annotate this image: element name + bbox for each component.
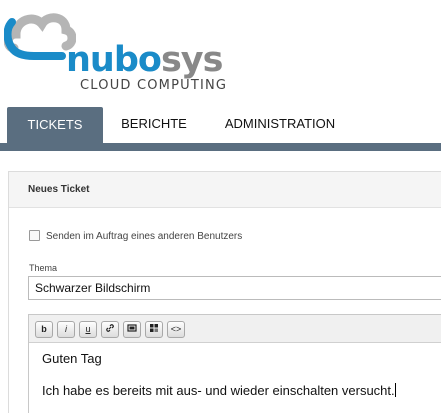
main-nav: TICKETS BERICHTE ADMINISTRATION bbox=[0, 104, 441, 143]
editor-line-greeting: Guten Tag bbox=[42, 351, 102, 366]
link-icon[interactable] bbox=[101, 321, 119, 338]
logo: nubosys CLOUD COMPUTING bbox=[0, 0, 260, 100]
on-behalf-checkbox[interactable] bbox=[29, 230, 40, 241]
on-behalf-option[interactable]: Senden im Auftrag eines anderen Benutzer… bbox=[29, 230, 242, 243]
editor-line-message: Ich habe es bereits mit aus- und wieder … bbox=[42, 383, 396, 398]
new-ticket-panel: Neues Ticket Senden im Auftrag eines and… bbox=[8, 171, 441, 413]
tab-berichte[interactable]: BERICHTE bbox=[110, 104, 198, 143]
tab-administration[interactable]: ADMINISTRATION bbox=[214, 104, 346, 143]
brand-name: nubosys bbox=[66, 40, 223, 80]
italic-icon[interactable]: i bbox=[57, 321, 75, 338]
brand-name-part2: sys bbox=[160, 40, 223, 80]
underline-icon[interactable]: u bbox=[79, 321, 97, 338]
nav-divider bbox=[0, 143, 441, 151]
subject-label: Thema bbox=[29, 263, 58, 273]
table-icon[interactable] bbox=[145, 321, 163, 338]
code-icon[interactable]: <> bbox=[167, 321, 185, 338]
on-behalf-label: Senden im Auftrag eines anderen Benutzer… bbox=[46, 231, 243, 242]
bold-icon[interactable]: b bbox=[35, 321, 53, 338]
panel-title: Neues Ticket bbox=[9, 172, 441, 208]
brand-name-part1: nubo bbox=[66, 40, 162, 80]
brand-tagline: CLOUD COMPUTING bbox=[80, 78, 228, 93]
subject-input[interactable]: Schwarzer Bildschirm bbox=[28, 276, 441, 300]
text-cursor bbox=[394, 383, 396, 397]
tab-tickets[interactable]: TICKETS bbox=[7, 107, 103, 143]
message-editor[interactable]: b i u <> Guten Tag Ich habe es bereits mit … bbox=[28, 314, 441, 413]
editor-content[interactable]: Guten Tag Ich habe es bereits mit aus- u… bbox=[29, 343, 441, 399]
editor-toolbar: b i u <> bbox=[29, 315, 441, 343]
image-icon[interactable] bbox=[123, 321, 141, 338]
